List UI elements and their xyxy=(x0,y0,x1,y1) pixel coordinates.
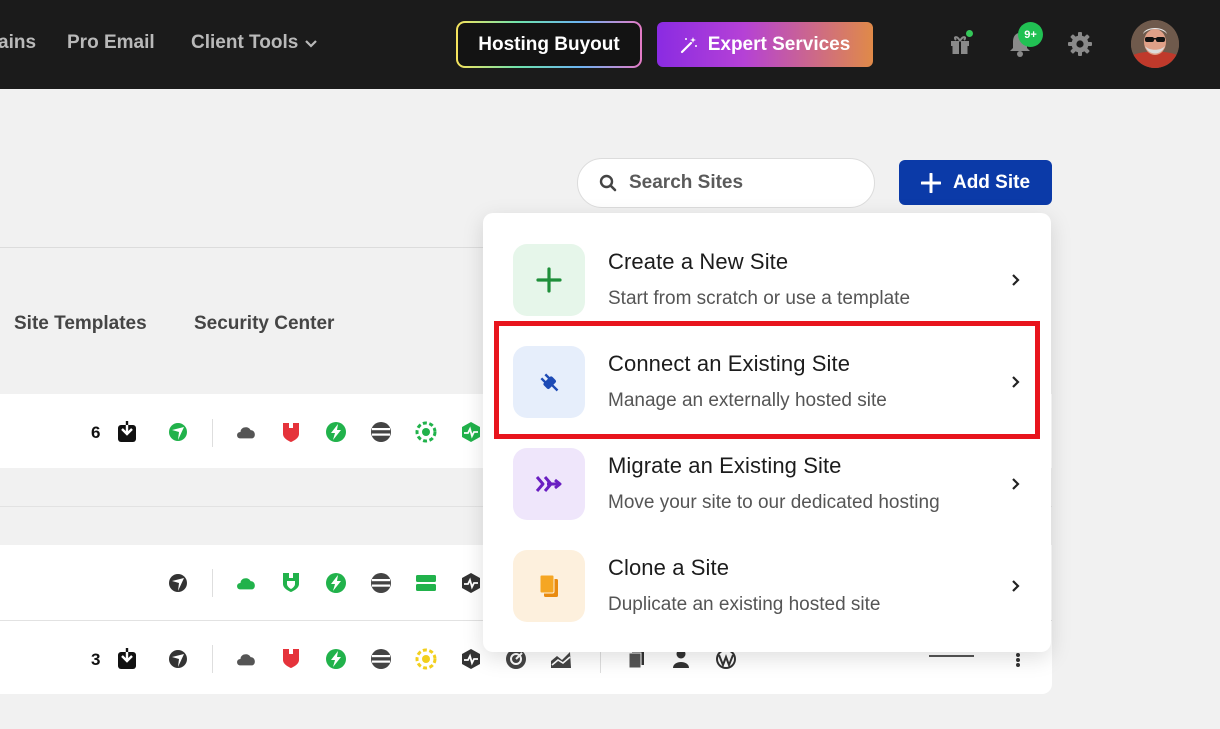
backup-stack-icon[interactable] xyxy=(370,421,392,443)
theme-status-icon[interactable] xyxy=(167,648,189,670)
gift-button[interactable] xyxy=(945,29,975,59)
cloud-icon[interactable] xyxy=(235,572,257,594)
backup-stack-icon[interactable] xyxy=(370,648,392,670)
header-divider xyxy=(0,247,560,248)
chevron-right-icon xyxy=(1012,274,1020,286)
add-site-label: Add Site xyxy=(952,171,1031,193)
download-icon[interactable] xyxy=(116,648,138,670)
highlight-box xyxy=(494,321,1040,439)
uptime-icon[interactable] xyxy=(415,648,437,670)
menu-item-create-site[interactable]: Create a New Site Start from scratch or … xyxy=(513,244,1023,318)
settings-button[interactable] xyxy=(1065,29,1095,59)
menu-item-description: Move your site to our dedicated hosting xyxy=(608,492,940,513)
chevron-right-icon xyxy=(1012,580,1020,592)
nav-link-client-tools[interactable]: Client Tools xyxy=(191,32,318,54)
plus-icon xyxy=(513,244,585,316)
top-navbar: ains Pro Email Client Tools Hosting Buyo… xyxy=(0,0,1220,89)
download-icon[interactable] xyxy=(116,421,138,443)
notification-badge: 9+ xyxy=(1018,22,1043,47)
security-shield-icon[interactable] xyxy=(280,421,302,443)
search-placeholder: Search Sites xyxy=(629,172,744,193)
activity-icon[interactable] xyxy=(460,648,482,670)
security-shield-icon[interactable] xyxy=(280,647,302,669)
migrate-arrow-icon xyxy=(513,448,585,520)
performance-bolt-icon[interactable] xyxy=(325,572,347,594)
expert-services-button[interactable]: Expert Services xyxy=(657,22,873,67)
icon-divider xyxy=(212,645,213,673)
tab-security-center[interactable]: Security Center xyxy=(194,313,334,335)
status-line xyxy=(929,655,974,657)
menu-item-title: Migrate an Existing Site xyxy=(608,453,842,478)
performance-bolt-icon[interactable] xyxy=(325,421,347,443)
security-shield-icon[interactable] xyxy=(280,571,302,593)
activity-icon[interactable] xyxy=(460,572,482,594)
menu-item-title: Create a New Site xyxy=(608,249,789,274)
gift-status-dot xyxy=(965,29,974,38)
activity-icon[interactable] xyxy=(460,421,482,443)
download-count: 3 xyxy=(91,650,101,669)
plus-icon xyxy=(920,172,941,193)
backup-stack-icon[interactable] xyxy=(370,572,392,594)
user-avatar[interactable] xyxy=(1131,20,1179,68)
uptime-icon[interactable] xyxy=(415,421,437,443)
more-options-icon[interactable] xyxy=(1007,649,1029,671)
download-count: 6 xyxy=(91,423,101,442)
nav-link-domains[interactable]: ains xyxy=(0,32,36,54)
server-icon[interactable] xyxy=(415,572,437,594)
magic-wand-icon xyxy=(680,36,697,53)
copy-icon xyxy=(513,550,585,622)
search-icon xyxy=(599,174,617,192)
menu-item-migrate-site[interactable]: Migrate an Existing Site Move your site … xyxy=(513,448,1023,522)
hosting-buyout-button[interactable]: Hosting Buyout xyxy=(456,21,642,68)
gear-icon xyxy=(1068,32,1092,56)
icon-divider xyxy=(212,569,213,597)
hosting-buyout-label: Hosting Buyout xyxy=(458,23,640,66)
menu-item-description: Start from scratch or use a template xyxy=(608,288,911,309)
search-input[interactable]: Search Sites xyxy=(577,158,875,208)
avatar-image xyxy=(1131,20,1179,68)
icon-divider xyxy=(212,419,213,447)
cloud-icon[interactable] xyxy=(235,421,257,443)
tab-site-templates[interactable]: Site Templates xyxy=(14,313,147,335)
expert-services-label: Expert Services xyxy=(707,33,851,55)
add-site-button[interactable]: Add Site xyxy=(899,160,1052,205)
menu-item-clone-site[interactable]: Clone a Site Duplicate an existing hoste… xyxy=(513,550,1023,624)
menu-item-description: Duplicate an existing hosted site xyxy=(608,594,881,615)
chevron-down-icon xyxy=(305,40,318,48)
menu-item-title: Clone a Site xyxy=(608,555,730,580)
nav-link-pro-email[interactable]: Pro Email xyxy=(67,32,155,54)
chevron-right-icon xyxy=(1012,478,1020,490)
theme-status-icon[interactable] xyxy=(167,421,189,443)
theme-status-icon[interactable] xyxy=(167,572,189,594)
performance-bolt-icon[interactable] xyxy=(325,648,347,670)
cloud-icon[interactable] xyxy=(235,648,257,670)
